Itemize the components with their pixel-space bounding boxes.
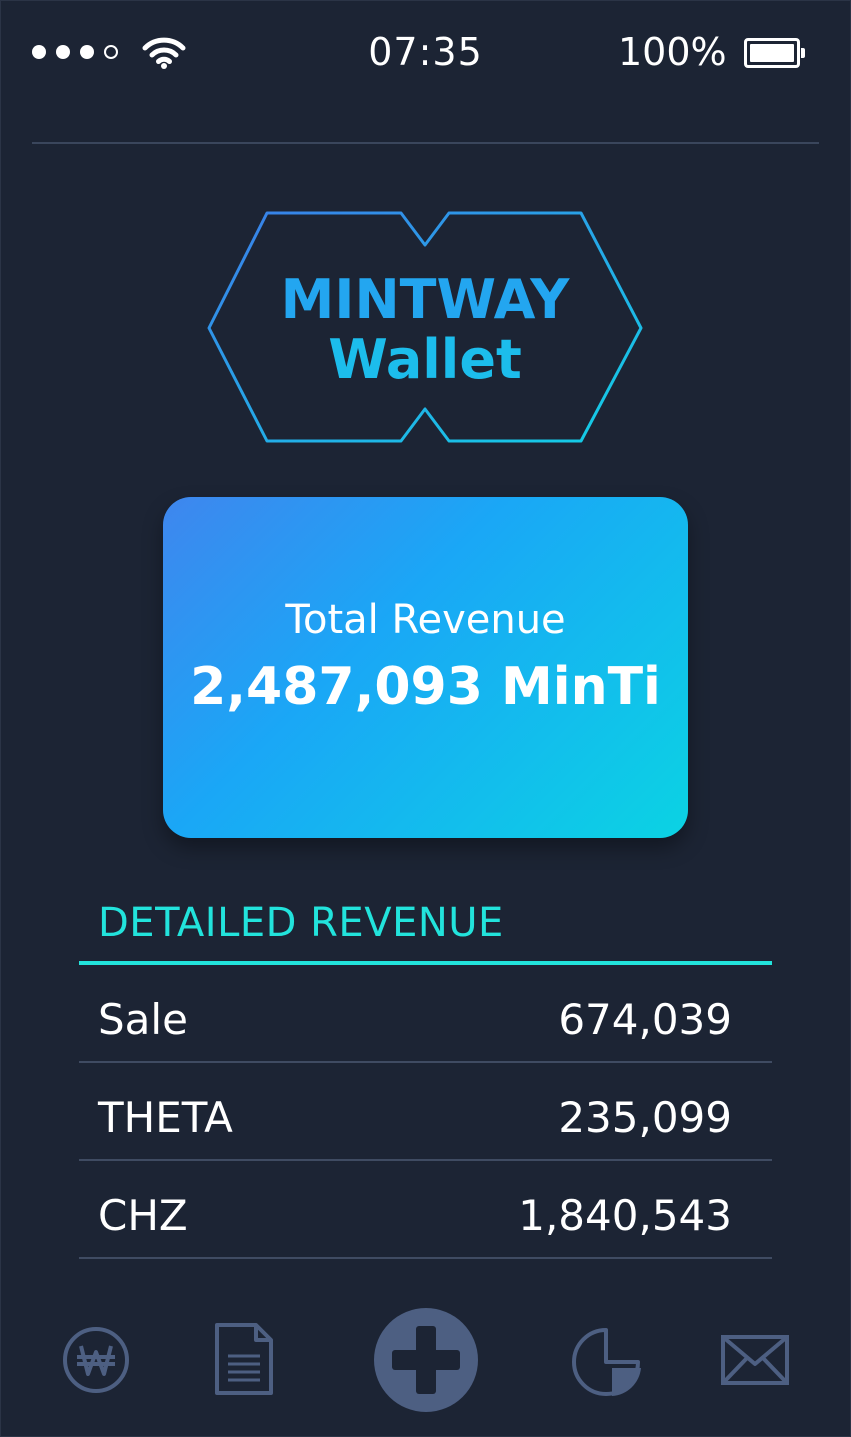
logo-subtitle: Wallet: [328, 328, 522, 391]
mail-icon[interactable]: [720, 1334, 790, 1386]
total-revenue-card: Total Revenue 2,487,093 MinTi: [163, 497, 688, 838]
add-button[interactable]: [374, 1308, 478, 1412]
battery-icon: [744, 38, 805, 68]
row-value: 674,039: [558, 995, 732, 1044]
battery-percentage: 100%: [618, 30, 727, 74]
row-value: 235,099: [558, 1093, 732, 1142]
total-revenue-label: Total Revenue: [285, 597, 566, 643]
revenue-row-chz[interactable]: CHZ 1,840,543: [79, 1161, 772, 1259]
app-logo: MINTWAY Wallet: [205, 210, 645, 445]
battery-fill: [750, 44, 794, 62]
document-icon[interactable]: [214, 1322, 274, 1396]
header-divider: [32, 142, 819, 144]
detailed-revenue-title: DETAILED REVENUE: [98, 900, 504, 946]
status-bar: 07:35 100%: [0, 0, 851, 110]
row-label: Sale: [98, 995, 188, 1044]
row-label: CHZ: [98, 1191, 188, 1240]
revenue-row-theta[interactable]: THETA 235,099: [79, 1063, 772, 1161]
pie-chart-icon[interactable]: [570, 1326, 644, 1398]
row-label: THETA: [98, 1093, 233, 1142]
won-coin-icon[interactable]: [62, 1326, 130, 1394]
row-value: 1,840,543: [518, 1191, 732, 1240]
total-revenue-value: 2,487,093 MinTi: [190, 657, 661, 717]
logo-title: MINTWAY: [280, 268, 570, 331]
revenue-row-sale[interactable]: Sale 674,039: [79, 965, 772, 1063]
